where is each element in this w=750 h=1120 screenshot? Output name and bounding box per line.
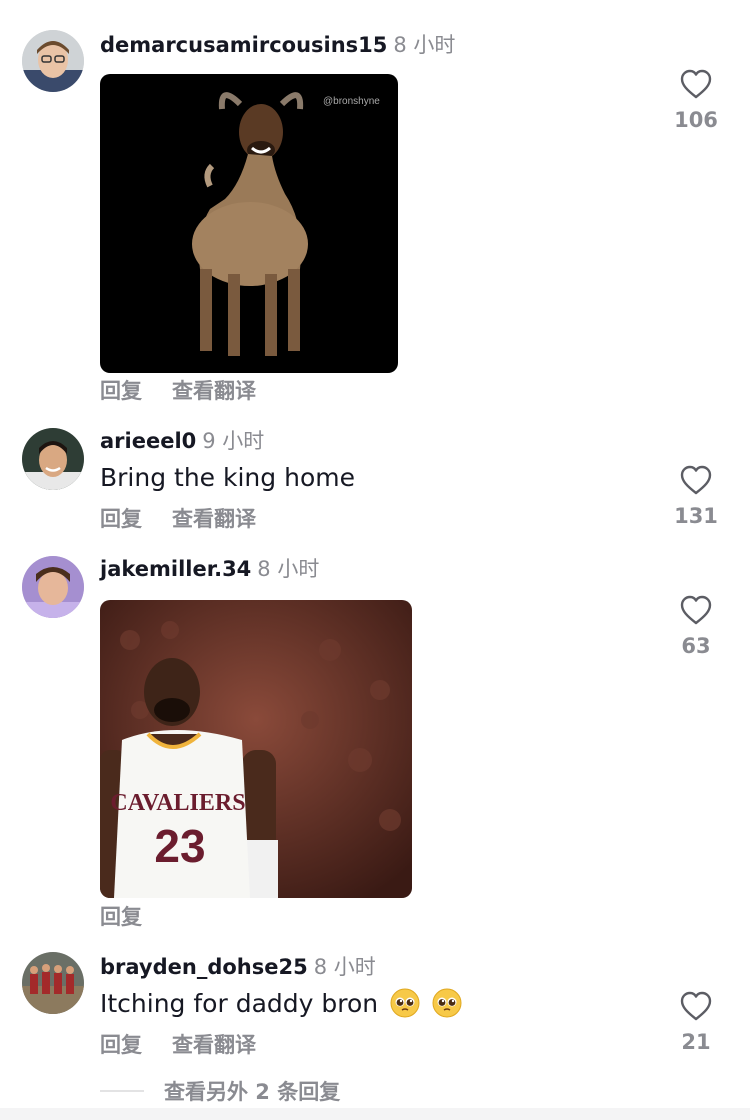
timestamp: 9 小时 [202, 429, 265, 453]
comment-actions: 回复 查看翻译 [100, 506, 256, 532]
username[interactable]: arieeel0 [100, 429, 196, 453]
translate-button[interactable]: 查看翻译 [172, 378, 256, 404]
timestamp: 8 小时 [393, 33, 456, 57]
comment-actions: 回复 [100, 904, 142, 930]
reply-button[interactable]: 回复 [100, 378, 142, 404]
like-count: 106 [674, 108, 718, 132]
view-more-replies-label[interactable]: 查看另外 2 条回复 [164, 1080, 340, 1104]
comment-actions: 回复 查看翻译 [100, 1032, 256, 1058]
heart-icon [680, 69, 712, 99]
translate-button[interactable]: 查看翻译 [172, 506, 256, 532]
translate-button[interactable]: 查看翻译 [172, 1032, 256, 1058]
reply-button[interactable]: 回复 [100, 506, 142, 532]
comment-meta: demarcusamircousins15 8 小时 [100, 32, 455, 58]
like-count: 131 [674, 504, 718, 528]
like-count: 63 [681, 634, 711, 658]
avatar-image [22, 428, 84, 490]
bottom-divider [0, 1108, 750, 1120]
reply-button[interactable]: 回复 [100, 904, 142, 930]
like-count: 21 [681, 1030, 711, 1054]
timestamp: 8 小时 [313, 955, 376, 979]
username[interactable]: demarcusamircousins15 [100, 33, 387, 57]
avatar-image [22, 556, 84, 618]
avatar-image [22, 952, 84, 1014]
view-more-replies[interactable]: 查看另外 2 条回复 [100, 1076, 340, 1106]
avatar[interactable] [22, 30, 84, 92]
heart-icon [680, 991, 712, 1021]
timestamp: 8 小时 [257, 557, 320, 581]
divider [100, 1090, 144, 1092]
comment-actions: 回复 查看翻译 [100, 378, 256, 404]
heart-icon [680, 465, 712, 495]
username[interactable]: brayden_dohse25 [100, 955, 308, 979]
avatar[interactable] [22, 952, 84, 1014]
comment-meta: jakemiller.34 8 小时 [100, 556, 319, 582]
like-button[interactable]: 21 [668, 990, 724, 1054]
goat-gif-image: @bronshyne [100, 74, 398, 373]
reply-button[interactable]: 回复 [100, 1032, 142, 1058]
pleading-face-icon [390, 988, 420, 1018]
like-button[interactable]: 63 [668, 594, 724, 658]
player-gif-image: CAVALIERS 23 [100, 600, 412, 898]
like-button[interactable]: 106 [668, 68, 724, 132]
jersey-text: CAVALIERS [110, 790, 245, 816]
like-button[interactable]: 131 [668, 464, 724, 528]
watermark: @bronshyne [323, 96, 380, 107]
comment-meta: arieeel0 9 小时 [100, 428, 264, 454]
comment-gif[interactable]: @bronshyne [100, 74, 398, 373]
avatar[interactable] [22, 556, 84, 618]
avatar[interactable] [22, 428, 84, 490]
jersey-number: 23 [154, 820, 205, 872]
comment-text: Bring the king home [100, 463, 355, 492]
pleading-face-icon [432, 988, 462, 1018]
comment-gif[interactable]: CAVALIERS 23 [100, 600, 412, 898]
username[interactable]: jakemiller.34 [100, 557, 251, 581]
comment-text: Itching for daddy bron [100, 988, 462, 1020]
comment-meta: brayden_dohse25 8 小时 [100, 954, 376, 980]
avatar-image [22, 30, 84, 92]
comment-text-content: Itching for daddy bron [100, 989, 379, 1018]
heart-icon [680, 595, 712, 625]
